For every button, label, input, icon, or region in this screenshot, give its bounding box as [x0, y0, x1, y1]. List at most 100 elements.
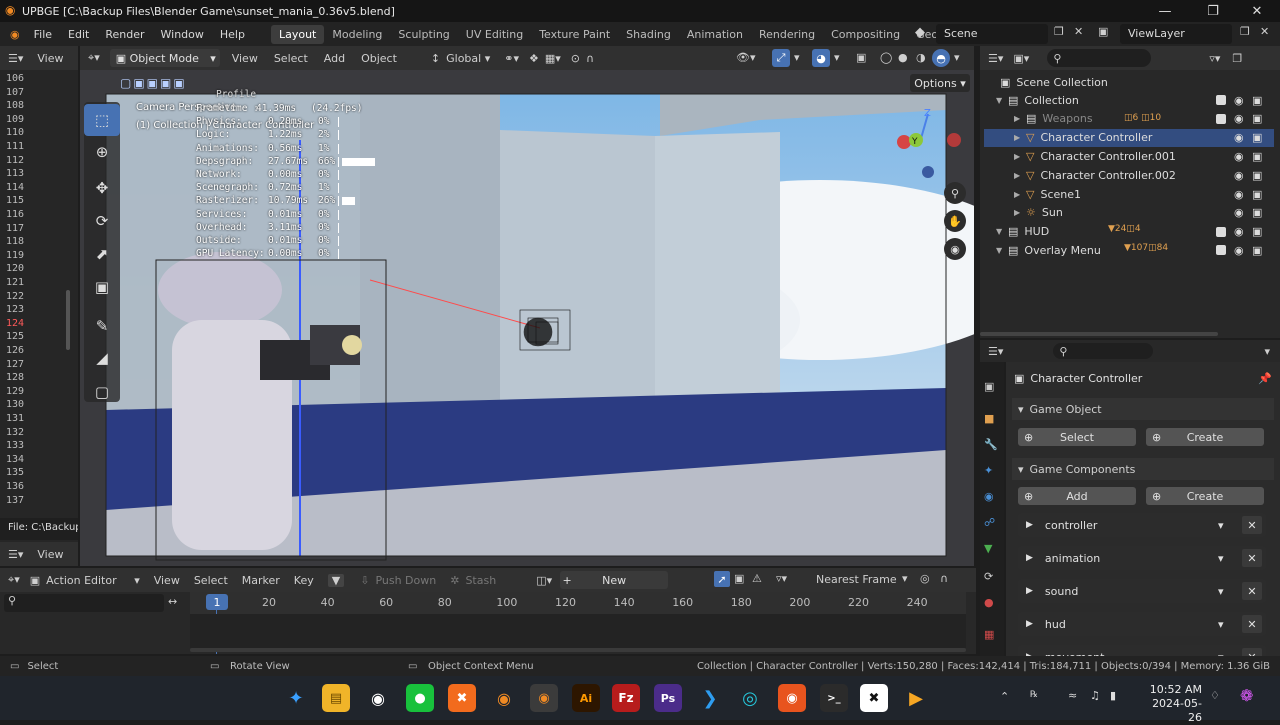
delete-scene-icon[interactable]: ✕ — [1074, 25, 1083, 38]
checkbox-icon[interactable] — [1216, 245, 1226, 256]
maximize-button[interactable]: ❐ — [1190, 0, 1236, 22]
outliner-item[interactable]: ▼ ▤ Collection ◉ ▣ — [984, 91, 1274, 109]
minimize-button[interactable]: — — [1142, 0, 1188, 22]
workspace-tab-texture-paint[interactable]: Texture Paint — [531, 25, 618, 44]
stash-button[interactable]: Stash — [465, 574, 496, 587]
lower-editor-type-icon[interactable]: ☰▾ — [8, 548, 23, 561]
component-remove-icon[interactable]: ✕ — [1242, 615, 1262, 633]
checkbox-icon[interactable] — [1216, 208, 1226, 218]
texture-tab-icon[interactable]: ▦ — [984, 628, 994, 641]
viewport-object-menu[interactable]: Object — [361, 52, 397, 65]
component-remove-icon[interactable]: ✕ — [1242, 549, 1262, 567]
delete-view-layer-icon[interactable]: ✕ — [1260, 25, 1269, 38]
edge-icon[interactable]: ◎ — [736, 684, 764, 712]
component-remove-icon[interactable]: ✕ — [1242, 648, 1262, 656]
snap-mode-dropdown[interactable]: Nearest Frame — [816, 573, 897, 586]
action-filter-icon[interactable]: ▿▾ — [776, 572, 787, 585]
component-item[interactable]: ▶ controller ▾ ✕ — [1018, 513, 1266, 537]
eye-icon[interactable]: ◉ — [1234, 244, 1244, 257]
illustrator-icon[interactable]: Ai — [572, 684, 600, 712]
menu-render[interactable]: Render — [97, 28, 152, 41]
ime-icon[interactable]: ℞ — [1030, 690, 1038, 700]
viewport-editor-type-icon[interactable]: ⌖▾ — [88, 51, 100, 65]
checkbox-icon[interactable] — [1216, 170, 1226, 180]
xray-icon[interactable]: ▣ — [856, 51, 866, 64]
checkbox-icon[interactable] — [1216, 113, 1226, 124]
physics-tab-icon[interactable]: ◉ — [984, 490, 994, 503]
outliner-item[interactable]: ▶ ▽ Scene1 ◉ ▣ — [984, 185, 1274, 203]
component-expand-icon[interactable]: ▶ — [1026, 586, 1033, 596]
3d-viewport[interactable]: ⬚ ⊕ ✥ ⟳ ⬈ ▣ ✎ ◢ ▢ ▢▣▣▣▣ Camera Perspecti… — [80, 70, 974, 566]
workspace-tab-shading[interactable]: Shading — [618, 25, 679, 44]
notifications-icon[interactable]: ♢ — [1210, 689, 1220, 702]
eye-icon[interactable]: ◉ — [1234, 206, 1244, 219]
camera-view-icon[interactable]: ◉ — [944, 238, 966, 260]
overlay-dropdown-icon[interactable]: ▾ — [834, 51, 840, 64]
push-down-button[interactable]: Push Down — [375, 574, 436, 587]
lower-view-menu[interactable]: View — [37, 548, 63, 561]
camera-icon[interactable]: ▣ — [1252, 131, 1262, 144]
select-box-tool-icon[interactable]: ⬚ — [84, 104, 120, 136]
scale-tool-icon[interactable]: ⬈ — [84, 238, 120, 270]
create-component-button[interactable]: ⊕ Create — [1146, 487, 1264, 505]
eye-icon[interactable]: ◉ — [1234, 225, 1244, 238]
navigation-gizmo[interactable]: Z Y — [896, 102, 966, 182]
shading-rendered-icon[interactable]: ◓ — [932, 49, 950, 67]
start-menu-icon[interactable]: ✦ — [282, 684, 310, 712]
clock[interactable]: 10:52 AM 2024-05-26 — [1146, 683, 1202, 725]
outliner-item[interactable]: ▶ ▽ Character Controller.001 ◉ ▣ — [984, 147, 1274, 165]
outliner-item[interactable]: ▶ ▽ Character Controller.002 ◉ ▣ — [984, 166, 1274, 184]
eye-icon[interactable]: ◉ — [1234, 150, 1244, 163]
gizmo-toggle-icon[interactable]: ⤢ — [772, 49, 790, 67]
menu-help[interactable]: Help — [212, 28, 253, 41]
menu-file[interactable]: File — [26, 28, 60, 41]
workspace-tab-animation[interactable]: Animation — [679, 25, 751, 44]
component-item[interactable]: ▶ animation ▾ ✕ — [1018, 546, 1266, 570]
brave-icon[interactable]: ◉ — [778, 684, 806, 712]
view-layer-selector[interactable]: ViewLayer — [1120, 24, 1232, 44]
component-expand-icon[interactable]: ▶ — [1026, 520, 1033, 530]
options-button[interactable]: Options ▾ — [910, 74, 970, 92]
camera-icon[interactable]: ▣ — [1252, 150, 1262, 163]
php-icon[interactable]: Ps — [654, 684, 682, 712]
cursor-tool-icon[interactable]: ⊕ — [84, 136, 120, 168]
expand-arrow-icon[interactable]: ▶ — [1014, 171, 1026, 180]
filter-icon[interactable]: ▿▾ — [1209, 52, 1220, 65]
workspace-tab-rendering[interactable]: Rendering — [751, 25, 823, 44]
close-button[interactable]: ✕ — [1234, 0, 1280, 22]
outliner-root[interactable]: ▣ Scene Collection — [984, 73, 1274, 91]
properties-editor-type-icon[interactable]: ☰▾ — [988, 345, 1003, 358]
overlay-toggle-icon[interactable]: ◕ — [812, 49, 830, 67]
workspace-tab-uv-editing[interactable]: UV Editing — [458, 25, 531, 44]
component-menu-icon[interactable]: ▾ — [1218, 585, 1224, 598]
outliner-search-input[interactable]: ⚲ — [1047, 49, 1152, 67]
display-mode-icon[interactable]: ▣▾ — [1013, 52, 1029, 65]
new-action-button[interactable]: + New — [560, 571, 669, 589]
menu-edit[interactable]: Edit — [60, 28, 97, 41]
checkbox-icon[interactable] — [1216, 95, 1226, 105]
current-frame-indicator[interactable]: 1 — [206, 594, 228, 610]
xampp-icon[interactable]: ✖ — [448, 684, 476, 712]
swap-icon[interactable]: ↔ — [168, 595, 177, 608]
camera-icon[interactable]: ▣ — [1252, 188, 1262, 201]
rotate-tool-icon[interactable]: ⟳ — [84, 205, 120, 237]
component-expand-icon[interactable]: ▶ — [1026, 553, 1033, 563]
camera-icon[interactable]: ▣ — [1252, 112, 1262, 125]
scene-icon[interactable]: ◆ — [915, 25, 925, 40]
menu-window[interactable]: Window — [153, 28, 212, 41]
shading-material-icon[interactable]: ◑ — [916, 51, 926, 64]
pan-hand-icon[interactable]: ✋ — [944, 210, 966, 232]
terminal-icon[interactable]: >_ — [820, 684, 848, 712]
eye-icon[interactable]: ◉ — [1234, 131, 1244, 144]
filezilla-icon[interactable]: Fz — [612, 684, 640, 712]
viewport-view-menu[interactable]: View — [232, 52, 258, 65]
action-select-menu[interactable]: Select — [194, 574, 228, 587]
keyframe-area[interactable] — [190, 614, 966, 648]
checkbox-icon[interactable] — [1216, 189, 1226, 199]
outliner-scrollbar[interactable] — [980, 332, 1218, 336]
proportional-icon[interactable]: ◎ — [920, 572, 930, 585]
transform-tool-icon[interactable]: ▣ — [84, 271, 120, 303]
expand-arrow-icon[interactable]: ▼ — [996, 227, 1008, 236]
new-scene-icon[interactable]: ❐ — [1054, 25, 1064, 38]
annotate-tool-icon[interactable]: ✎ — [84, 310, 120, 342]
